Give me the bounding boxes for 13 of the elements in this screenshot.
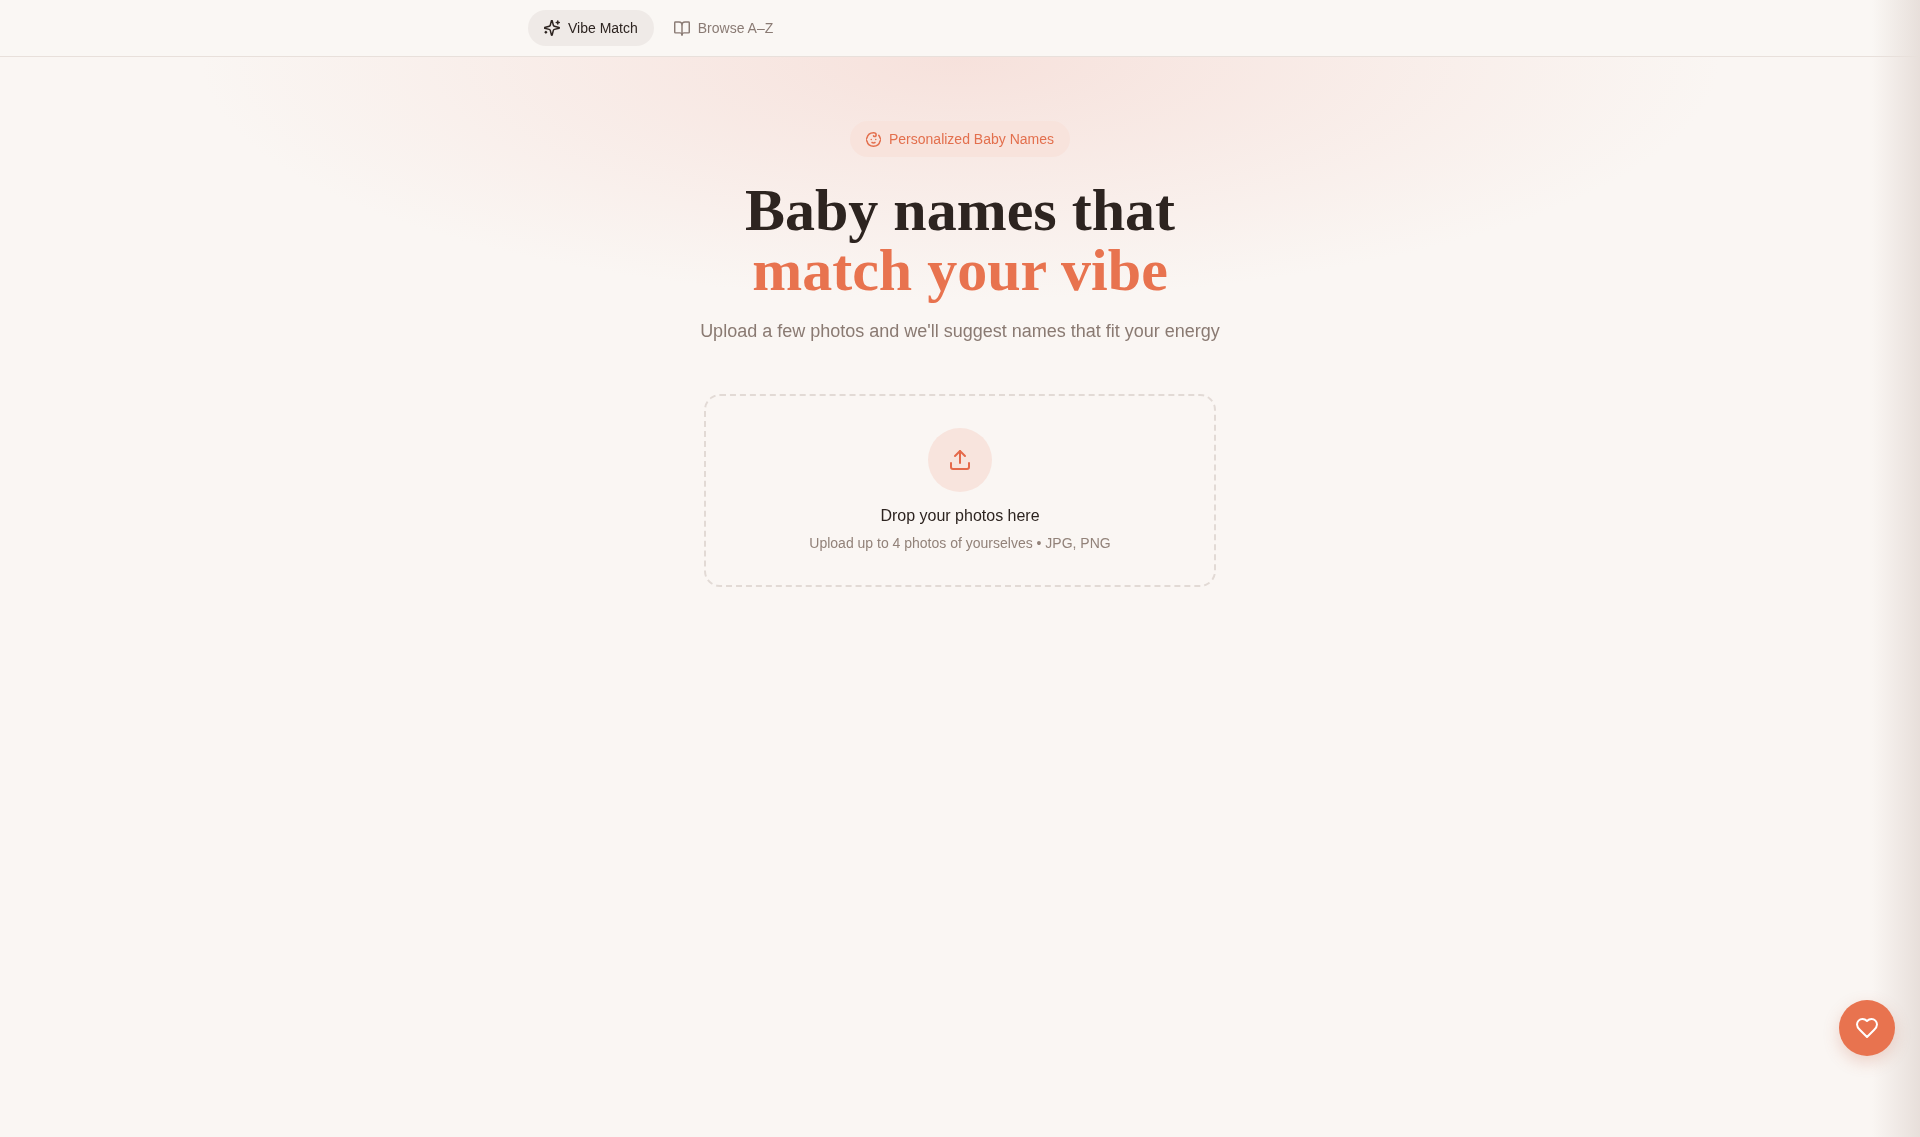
upload-icon	[928, 428, 992, 492]
dropzone-title: Drop your photos here	[880, 506, 1040, 526]
heart-icon	[1856, 1018, 1878, 1038]
dropzone-hint: Upload up to 4 photos of yourselves • JPG, PNG	[809, 534, 1111, 553]
sparkles-icon	[544, 20, 560, 36]
baby-face-icon	[866, 131, 881, 147]
subtitle: Upload a few photos and we'll suggest names that fit your energy	[700, 320, 1220, 343]
nav-tab[interactable]: Vibe Match	[528, 10, 654, 46]
nav-tab[interactable]: Browse A–Z	[657, 10, 790, 46]
upload-dropzone[interactable]: Drop your photos here Upload up to 4 photos of yourselves • JPG, PNG	[704, 394, 1216, 587]
badge-label: Personalized Baby Names	[889, 131, 1054, 147]
floating-heart-button[interactable]	[1839, 1000, 1895, 1056]
open-book-icon	[673, 20, 690, 36]
